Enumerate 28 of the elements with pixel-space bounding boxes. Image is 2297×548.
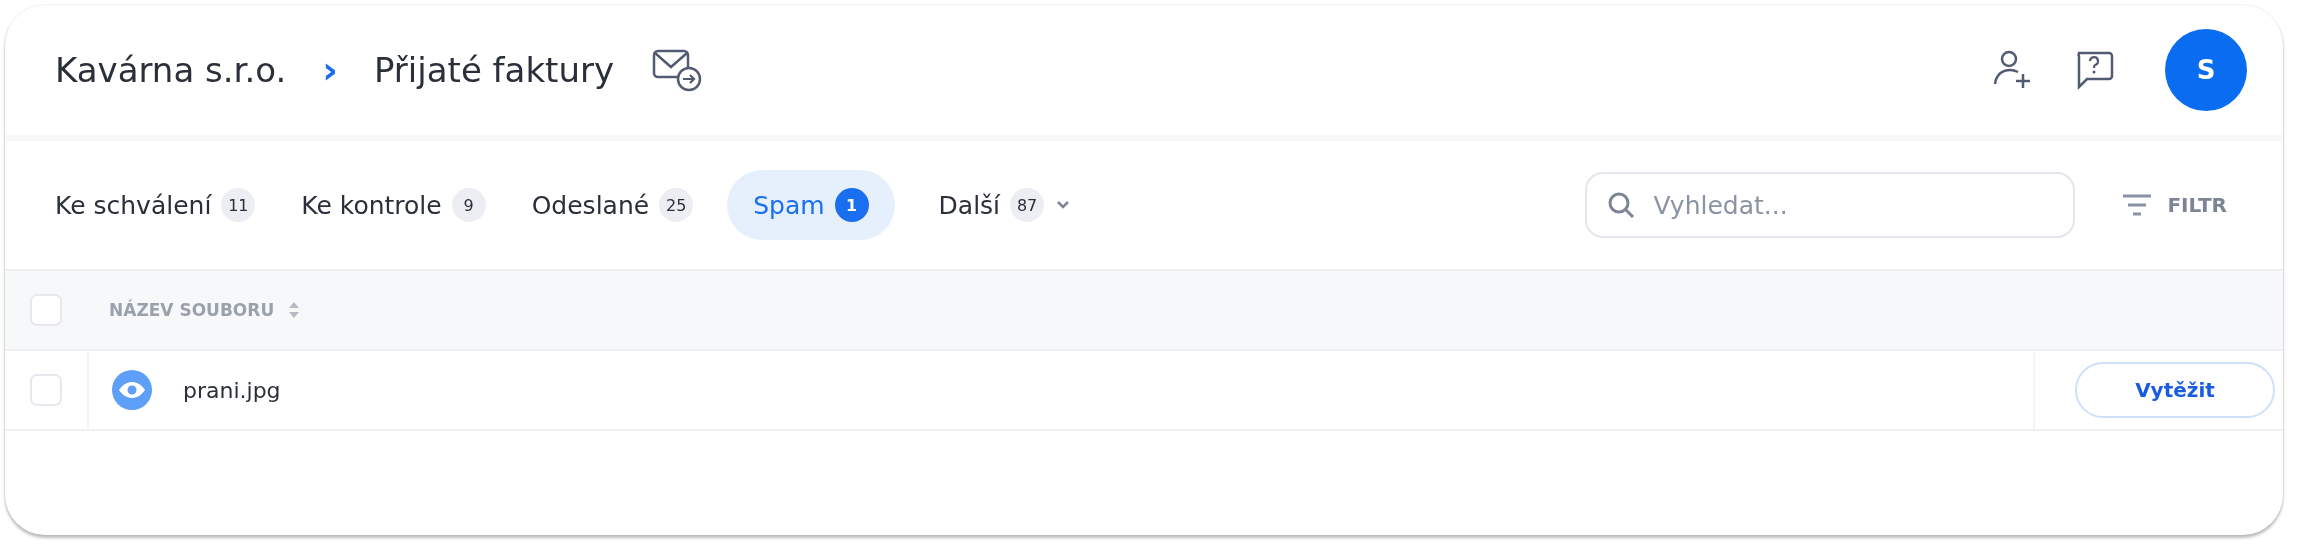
tab-label: Další	[938, 190, 1001, 220]
file-name: prani.jpg	[183, 377, 281, 403]
tab[interactable]: Ke schválení 11	[55, 170, 256, 240]
count-badge: 11	[221, 188, 256, 222]
search-field[interactable]: Vyhledat...	[1585, 172, 2076, 238]
select-all-checkbox[interactable]	[30, 294, 62, 326]
tab-label: Ke kontrole	[301, 190, 442, 220]
search-icon	[1607, 191, 1636, 219]
breadcrumb-separator: ›	[322, 48, 338, 92]
eye-icon[interactable]	[111, 369, 153, 411]
tab-label: Ke schválení	[55, 190, 212, 220]
count-badge: 25	[659, 188, 694, 222]
tab[interactable]: Odeslané 25	[531, 170, 694, 240]
tab[interactable]: Spam 1	[727, 170, 895, 240]
row-checkbox[interactable]	[30, 374, 62, 406]
count-badge: 1	[834, 188, 869, 222]
count-badge: 9	[451, 188, 486, 222]
tab-label: Odeslané	[531, 190, 650, 220]
filter-icon	[2121, 192, 2154, 218]
filter-button[interactable]: FILTR	[2115, 191, 2233, 219]
tab-label: Spam	[753, 190, 825, 220]
page-title: Přijaté faktury	[373, 50, 615, 90]
tab[interactable]: Další 87	[938, 170, 1073, 240]
user-avatar[interactable]: S	[2165, 29, 2247, 111]
extract-button[interactable]: Vytěžit	[2075, 362, 2275, 418]
tab[interactable]: Ke kontrole 9	[301, 170, 486, 240]
breadcrumb-link[interactable]: Kavárna s.r.o.	[55, 50, 287, 90]
count-badge: 87	[1010, 188, 1045, 222]
